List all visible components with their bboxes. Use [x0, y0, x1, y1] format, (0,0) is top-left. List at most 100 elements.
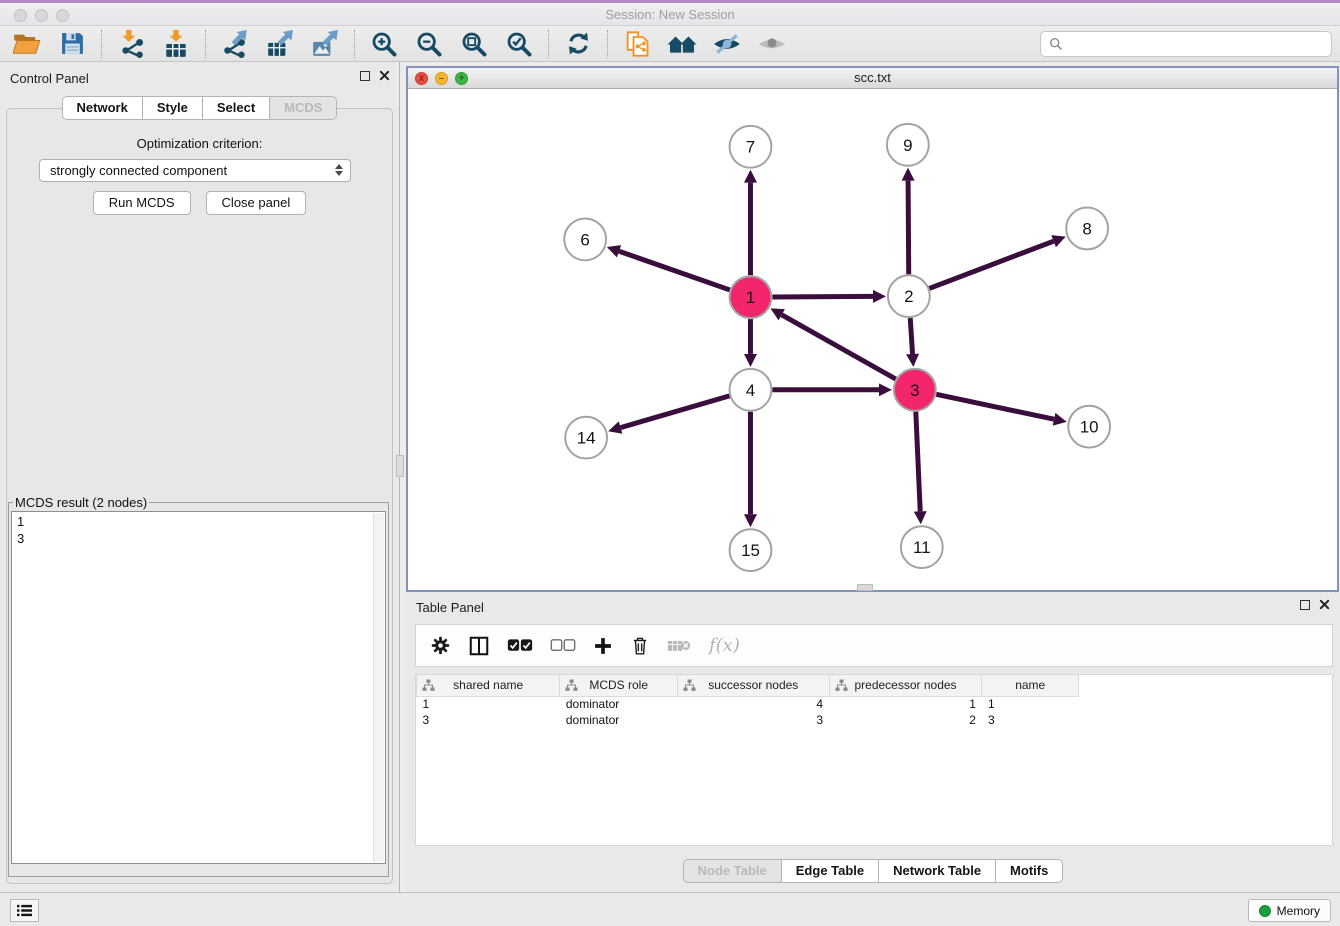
- hide-selected-button[interactable]: [708, 29, 746, 59]
- export-image-button[interactable]: [306, 29, 344, 59]
- function-builder-button[interactable]: f(x): [709, 635, 740, 656]
- table-cell[interactable]: 1: [829, 696, 982, 712]
- tab-network[interactable]: Network: [62, 96, 143, 120]
- search-input[interactable]: [1069, 36, 1323, 51]
- split-pane-button[interactable]: [468, 635, 490, 657]
- zoom-selected-button[interactable]: [500, 29, 538, 59]
- table-cell[interactable]: dominator: [560, 696, 678, 712]
- close-panel-button[interactable]: Close panel: [206, 191, 307, 215]
- toolbar-separator: [607, 30, 608, 58]
- mcds-result-line: 3: [17, 530, 371, 547]
- tab-network-table[interactable]: Network Table: [879, 859, 996, 883]
- task-history-button[interactable]: [10, 899, 39, 922]
- close-panel-icon[interactable]: [1319, 599, 1330, 610]
- open-session-button[interactable]: [8, 29, 46, 59]
- float-panel-icon[interactable]: [360, 71, 370, 81]
- graph-node-label: 9: [903, 136, 912, 155]
- graph-edge-3-11[interactable]: [916, 412, 920, 512]
- home-networks-button[interactable]: [663, 29, 701, 59]
- close-network-icon[interactable]: x: [415, 72, 428, 85]
- graph-edge-3-1[interactable]: [782, 315, 896, 379]
- graph-edge-4-14[interactable]: [621, 396, 730, 428]
- graph-edge-2-8[interactable]: [929, 241, 1053, 288]
- export-network-button[interactable]: [216, 29, 254, 59]
- table-row[interactable]: 3dominator323: [417, 712, 1333, 728]
- zoom-in-button[interactable]: [365, 29, 403, 59]
- tab-mcds[interactable]: MCDS: [270, 96, 337, 120]
- table-cell[interactable]: 4: [677, 696, 829, 712]
- table-cell[interactable]: 3: [677, 712, 829, 728]
- refresh-icon: [565, 30, 592, 57]
- run-mcds-button[interactable]: Run MCDS: [93, 191, 191, 215]
- gear-button[interactable]: [430, 635, 451, 656]
- node-table: shared nameMCDS rolesuccessor nodesprede…: [416, 675, 1332, 728]
- network-window-titlebar[interactable]: x – + scc.txt: [408, 68, 1337, 89]
- graph-edge-arrowhead: [607, 245, 621, 257]
- zoom-out-button[interactable]: [410, 29, 448, 59]
- column-header-successor-nodes[interactable]: successor nodes: [677, 675, 829, 696]
- column-header-MCDS-role[interactable]: MCDS role: [560, 675, 678, 696]
- maximize-network-icon[interactable]: +: [455, 72, 468, 85]
- float-panel-icon[interactable]: [1300, 600, 1310, 610]
- clone-network-button[interactable]: [618, 29, 656, 59]
- unselect-all-columns-button[interactable]: [550, 638, 576, 653]
- horizontal-splitter-grip[interactable]: [857, 584, 873, 591]
- graph-edge-2-3[interactable]: [910, 318, 912, 354]
- control-panel: Control Panel Network Style Select MCDS …: [0, 62, 400, 892]
- status-bar: Memory: [0, 892, 1340, 926]
- tab-select[interactable]: Select: [203, 96, 270, 120]
- column-header-shared-name[interactable]: shared name: [417, 675, 560, 696]
- main-toolbar: [0, 26, 1340, 62]
- table-cell[interactable]: 3: [982, 712, 1078, 728]
- optimization-criterion-select[interactable]: strongly connected component: [39, 159, 351, 182]
- optimization-criterion-value: strongly connected component: [50, 163, 227, 178]
- import-table-icon: [162, 30, 190, 58]
- tab-style[interactable]: Style: [143, 96, 203, 120]
- table-cell[interactable]: 3: [417, 712, 560, 728]
- column-hierarchy-icon: [835, 679, 848, 692]
- graph-edge-1-2[interactable]: [772, 296, 873, 297]
- table-cell[interactable]: dominator: [560, 712, 678, 728]
- graph-edge-2-9[interactable]: [908, 181, 909, 275]
- memory-button[interactable]: Memory: [1248, 899, 1331, 922]
- node-table-wrap[interactable]: shared nameMCDS rolesuccessor nodesprede…: [415, 674, 1333, 846]
- graph-node-label: 1: [746, 288, 755, 307]
- close-panel-icon[interactable]: [379, 70, 390, 81]
- graph-edge-arrowhead: [902, 168, 915, 181]
- graph-edge-1-6[interactable]: [619, 251, 730, 290]
- mcds-result-box[interactable]: 1 3: [11, 511, 386, 864]
- tab-edge-table[interactable]: Edge Table: [782, 859, 879, 883]
- refresh-button[interactable]: [559, 29, 597, 59]
- search-field[interactable]: [1040, 31, 1332, 57]
- minimize-network-icon[interactable]: –: [435, 72, 448, 85]
- table-toolbar: f(x): [415, 624, 1333, 667]
- tab-motifs[interactable]: Motifs: [996, 859, 1063, 883]
- zoom-fit-button[interactable]: [455, 29, 493, 59]
- delete-table-button[interactable]: [667, 637, 692, 654]
- table-cell[interactable]: 2: [829, 712, 982, 728]
- table-cell[interactable]: 1: [982, 696, 1078, 712]
- network-canvas[interactable]: 1234678910111415: [408, 89, 1337, 590]
- import-network-icon: [117, 30, 145, 58]
- import-network-button[interactable]: [112, 29, 150, 59]
- graph-edge-3-10[interactable]: [936, 394, 1054, 419]
- column-header-predecessor-nodes[interactable]: predecessor nodes: [829, 675, 982, 696]
- import-table-button[interactable]: [157, 29, 195, 59]
- control-panel-tabs: Network Style Select MCDS: [62, 96, 338, 120]
- tab-node-table[interactable]: Node Table: [683, 859, 782, 883]
- memory-status-icon: [1259, 905, 1271, 917]
- select-all-columns-button[interactable]: [507, 638, 533, 653]
- show-all-button[interactable]: [753, 29, 791, 59]
- graph-edge-arrowhead: [914, 511, 927, 524]
- export-table-button[interactable]: [261, 29, 299, 59]
- gear-icon: [430, 635, 451, 656]
- toolbar-separator: [205, 30, 206, 58]
- delete-column-button[interactable]: [630, 635, 650, 656]
- column-header-name[interactable]: name: [982, 675, 1078, 696]
- vertical-splitter-grip[interactable]: [396, 455, 404, 477]
- table-row[interactable]: 1dominator411: [417, 696, 1333, 712]
- save-session-button[interactable]: [53, 29, 91, 59]
- table-cell[interactable]: 1: [417, 696, 560, 712]
- add-column-button[interactable]: [593, 636, 613, 656]
- result-scrollbar[interactable]: [373, 513, 384, 862]
